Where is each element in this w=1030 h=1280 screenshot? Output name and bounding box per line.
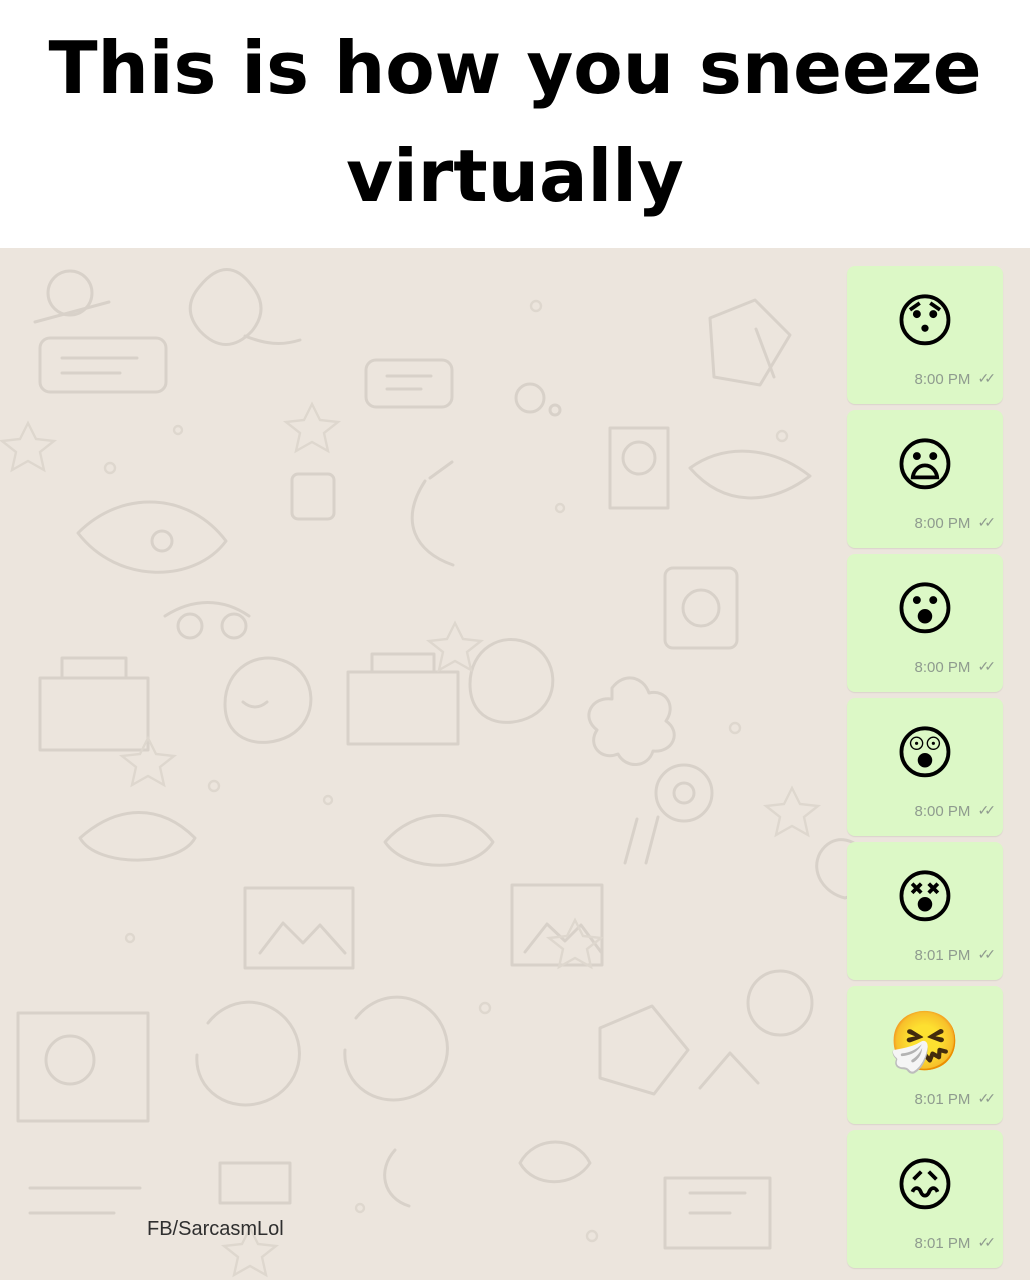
page-title: This is how you sneeze virtually (0, 0, 1030, 248)
message-time-3: 8:00 PM (914, 659, 971, 676)
message-time-5: 8:01 PM (914, 947, 971, 964)
message-meta-5: 8:01 PM ✓✓ (914, 946, 997, 964)
double-check-icon: ✓✓ (977, 946, 997, 962)
double-check-icon: ✓✓ (977, 1090, 997, 1106)
message-meta-4: 8:00 PM ✓✓ (914, 802, 997, 820)
watermark-text: FB/SarcasmLol (147, 1218, 284, 1240)
message-meta-6: 8:01 PM ✓✓ (914, 1090, 997, 1108)
message-bubble-7[interactable]: 😖 8:01 PM ✓✓ (847, 1130, 1003, 1268)
dizzy-face-icon: 😵 (894, 863, 956, 931)
meme-page: This is how you sneeze virtually 😯 8:00 … (0, 0, 1030, 1280)
hushed-face-icon: 😯 (894, 287, 956, 355)
message-bubble-3[interactable]: 😮 8:00 PM ✓✓ (847, 554, 1003, 692)
message-bubble-5[interactable]: 😵 8:01 PM ✓✓ (847, 842, 1003, 980)
title-line-2: virtually (346, 134, 684, 218)
confounded-face-icon: 😖 (894, 1151, 956, 1219)
message-time-7: 8:01 PM (914, 1235, 971, 1252)
message-bubble-4[interactable]: 😲 8:00 PM ✓✓ (847, 698, 1003, 836)
message-time-2: 8:00 PM (914, 515, 971, 532)
frowning-face-with-open-mouth-icon: 😦 (894, 431, 956, 499)
double-check-icon: ✓✓ (977, 514, 997, 530)
message-bubble-6[interactable]: 🤧 8:01 PM ✓✓ (847, 986, 1003, 1124)
message-bubble-2[interactable]: 😦 8:00 PM ✓✓ (847, 410, 1003, 548)
double-check-icon: ✓✓ (977, 802, 997, 818)
message-bubble-1[interactable]: 😯 8:00 PM ✓✓ (847, 266, 1003, 404)
chat-area[interactable]: 😯 8:00 PM ✓✓ 😦 8:00 PM ✓✓ 😮 8:00 PM ✓✓ 😲… (0, 248, 1030, 1280)
astonished-face-icon: 😲 (894, 719, 956, 787)
double-check-icon: ✓✓ (977, 1234, 997, 1250)
sneezing-face-icon: 🤧 (888, 1007, 962, 1075)
double-check-icon: ✓✓ (977, 370, 997, 386)
face-with-open-mouth-icon: 😮 (894, 575, 956, 643)
message-meta-2: 8:00 PM ✓✓ (914, 514, 997, 532)
double-check-icon: ✓✓ (977, 658, 997, 674)
message-meta-1: 8:00 PM ✓✓ (914, 370, 997, 388)
message-time-1: 8:00 PM (914, 371, 971, 388)
message-meta-7: 8:01 PM ✓✓ (914, 1234, 997, 1252)
title-line-1: This is how you sneeze (48, 26, 982, 110)
message-time-4: 8:00 PM (914, 803, 971, 820)
message-meta-3: 8:00 PM ✓✓ (914, 658, 997, 676)
message-time-6: 8:01 PM (914, 1091, 971, 1108)
message-list: 😯 8:00 PM ✓✓ 😦 8:00 PM ✓✓ 😮 8:00 PM ✓✓ 😲… (847, 266, 1003, 1268)
